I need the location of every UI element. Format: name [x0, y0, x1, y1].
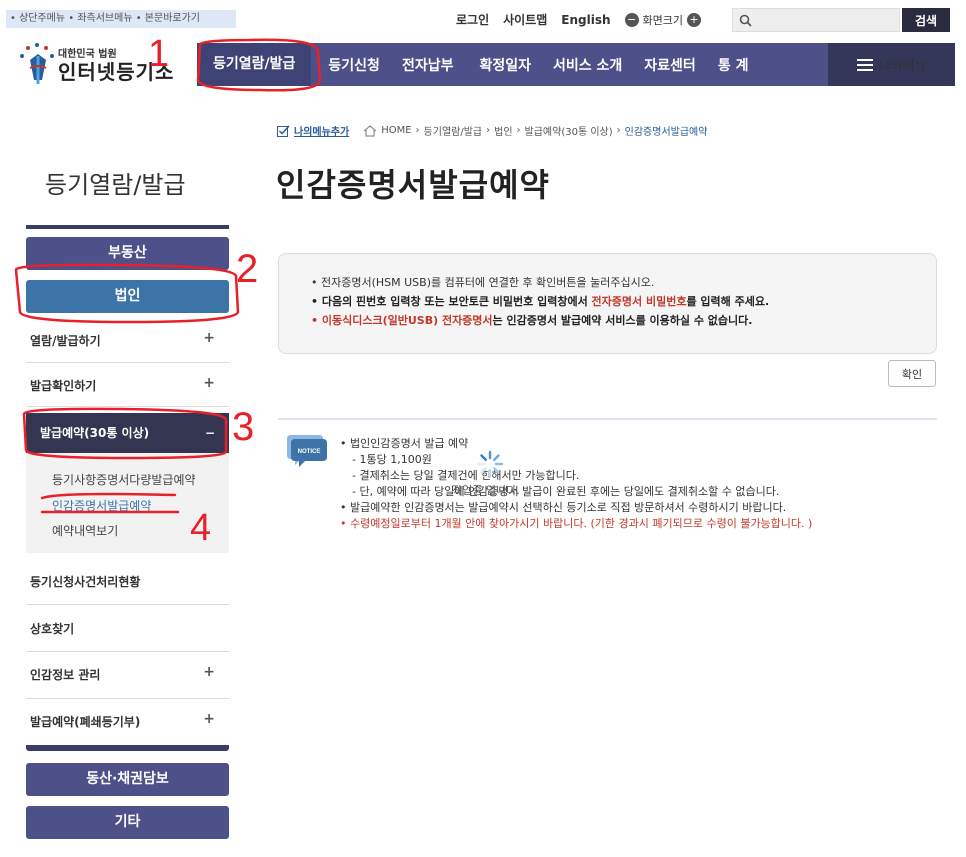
confirm-button[interactable]: 확인 [888, 360, 936, 387]
nav-e-payment[interactable]: 전자납부 [391, 55, 465, 75]
submenu-reservation-history[interactable]: 예약내역보기 [52, 522, 118, 539]
add-my-menu-link[interactable]: 나의메뉴추가 [294, 123, 349, 138]
divider [26, 406, 229, 407]
zoom-in-icon[interactable]: + [687, 12, 702, 27]
home-icon [363, 124, 377, 136]
breadcrumb-separator: › [516, 125, 521, 136]
menu-issue-check-label: 발급확인하기 [30, 379, 97, 393]
search-input[interactable] [758, 14, 888, 26]
instruction-3-highlight: • 이동식디스크(일반USB) 전자증명서 [311, 314, 493, 327]
my-menu-button[interactable]: 나의메뉴 [828, 43, 955, 86]
breadcrumb-level-1[interactable]: 등기열람/발급 [424, 123, 483, 138]
annotation-number-3: 3 [232, 405, 254, 449]
instruction-2-highlight: 전자증명서 비밀번호 [591, 295, 687, 308]
minus-icon: − [204, 426, 215, 440]
breadcrumb: 나의메뉴추가 HOME › 등기열람/발급 › 법인 › 발급예약(30통 이상… [277, 123, 707, 138]
menu-issue-check[interactable]: 발급확인하기 + [26, 375, 229, 394]
instruction-line-1: • 전자증명서(HSM USB)를 컴퓨터에 연결한 후 확인버튼을 눌러주십시… [311, 276, 655, 289]
side-divider-bottom [26, 745, 229, 751]
breadcrumb-separator: › [486, 125, 491, 136]
menu-seal-info[interactable]: 인감정보 관리 + [26, 664, 229, 683]
main-nav: 등기열람/발급 등기신청 전자납부 확정일자 서비스 소개 자료센터 통 계 나… [197, 43, 955, 86]
info-line-3: - 결제취소는 당일 결제건에 한해서만 가능합니다. [352, 469, 580, 482]
english-link[interactable]: English [561, 13, 610, 27]
search-icon [739, 14, 752, 27]
menu-view-issue[interactable]: 열람/발급하기 + [26, 330, 229, 349]
annotation-number-2: 2 [236, 247, 258, 291]
loading-text: 작업중 입니다. [452, 484, 520, 497]
category-realty[interactable]: 부동산 [26, 237, 229, 270]
menu-trade-name-search[interactable]: 상호찾기 [26, 620, 229, 637]
hamburger-icon [856, 58, 873, 71]
submenu-bulk-certificate[interactable]: 등기사항증명서다량발급예약 [52, 471, 196, 488]
info-line-6: • 수령예정일로부터 1개월 안에 찾아가시기 바랍니다. (기한 경과시 폐기… [340, 517, 813, 530]
menu-issue-reserve-label: 발급예약(30통 이상) [40, 426, 150, 440]
info-line-2: - 1통당 1,100원 [352, 453, 432, 466]
notice-icon: NOTICE [287, 435, 327, 467]
breadcrumb-separator: › [415, 125, 420, 136]
divider [26, 362, 229, 363]
instruction-box: • 전자증명서(HSM USB)를 컴퓨터에 연결한 후 확인버튼을 눌러주십시… [278, 253, 937, 354]
nav-fixed-date[interactable]: 확정일자 [468, 55, 542, 75]
divider [26, 698, 229, 699]
submenu-seal-certificate[interactable]: 인감증명서발급예약 [52, 497, 151, 514]
instruction-line-3: • 이동식디스크(일반USB) 전자증명서는 인감증명서 발급예약 서비스를 이… [311, 311, 936, 330]
zoom-label: 화면크기 [642, 13, 684, 27]
my-menu-label: 나의메뉴 [878, 59, 927, 74]
instruction-2-text: • 다음의 핀번호 입력창 또는 보안토큰 비밀번호 입력창에서 [311, 295, 592, 308]
category-movable-collateral[interactable]: 동산·채권담보 [26, 763, 229, 796]
reservation-info: • 법인인감증명서 발급 예약 - 1통당 1,100원 - 결제취소는 당일 … [340, 436, 812, 532]
instruction-3-text: 는 인감증명서 발급예약 서비스를 이용하실 수 없습니다. [492, 314, 753, 327]
instruction-line-2: • 다음의 핀번호 입력창 또는 보안토큰 비밀번호 입력창에서 전자증명서 비… [311, 292, 936, 311]
divider [26, 604, 229, 605]
nav-registry-apply[interactable]: 등기신청 [317, 55, 391, 75]
utility-menu: 로그인 사이트맵 English − 화면크기 + [456, 11, 702, 28]
plus-icon: + [203, 664, 215, 680]
notice-icon-label: NOTICE [298, 449, 321, 455]
breadcrumb-separator: › [616, 125, 621, 136]
menu-seal-info-label: 인감정보 관리 [30, 668, 101, 682]
category-other[interactable]: 기타 [26, 806, 229, 839]
search-box [732, 8, 900, 32]
zoom-out-icon[interactable]: − [624, 12, 639, 27]
breadcrumb-level-2[interactable]: 법인 [494, 123, 512, 138]
breadcrumb-level-3[interactable]: 발급예약(30통 이상) [525, 123, 613, 138]
nav-registry-view[interactable]: 등기열람/발급 [197, 43, 312, 86]
divider [26, 651, 229, 652]
menu-case-status-label: 등기신청사건처리현황 [30, 575, 141, 589]
loading-spinner-icon [476, 450, 504, 478]
plus-icon: + [203, 375, 215, 391]
breadcrumb-current: 인감증명서발급예약 [624, 127, 708, 138]
zoom-control: − 화면크기 + [624, 12, 702, 28]
info-line-5: • 발급예약한 인감증명서는 발급예약시 선택하신 등기소로 직접 방문하셔서 … [340, 501, 787, 514]
side-title: 등기열람/발급 [45, 171, 186, 199]
info-line-4: - 단, 예약에 따라 당일에 인감증명서 발급이 완료된 후에는 당일에도 결… [352, 485, 780, 498]
category-corporation[interactable]: 법인 [26, 280, 229, 313]
menu-case-status[interactable]: 등기신청사건처리현황 [26, 573, 229, 590]
skip-links[interactable]: • 상단주메뉴 • 좌측서브메뉴 • 본문바로가기 [6, 10, 236, 28]
menu-trade-name-label: 상호찾기 [30, 622, 75, 636]
nav-service-intro[interactable]: 서비스 소개 [542, 55, 633, 75]
nav-data-center[interactable]: 자료센터 [633, 55, 707, 75]
login-link[interactable]: 로그인 [456, 11, 489, 28]
section-divider [278, 418, 937, 420]
plus-icon: + [203, 330, 215, 346]
sitemap-link[interactable]: 사이트맵 [503, 11, 547, 28]
side-divider-top [26, 225, 229, 229]
menu-closed-registry[interactable]: 발급예약(폐쇄등기부) + [26, 711, 229, 730]
menu-closed-registry-label: 발급예약(폐쇄등기부) [30, 715, 141, 729]
checkbox-check-icon [277, 124, 290, 137]
instruction-2-tail: 를 입력해 주세요. [686, 295, 770, 308]
search-button[interactable]: 검색 [902, 8, 950, 32]
page-title: 인감증명서발급예약 [276, 166, 550, 204]
menu-issue-reserve[interactable]: 발급예약(30통 이상) − [26, 413, 229, 453]
info-line-1: • 법인인감증명서 발급 예약 [340, 437, 469, 450]
menu-view-issue-label: 열람/발급하기 [30, 334, 101, 348]
plus-icon: + [203, 711, 215, 727]
logo-title[interactable]: 인터넷등기소 [58, 56, 174, 85]
breadcrumb-home[interactable]: HOME [381, 125, 411, 136]
nav-statistics[interactable]: 통 계 [707, 55, 760, 75]
